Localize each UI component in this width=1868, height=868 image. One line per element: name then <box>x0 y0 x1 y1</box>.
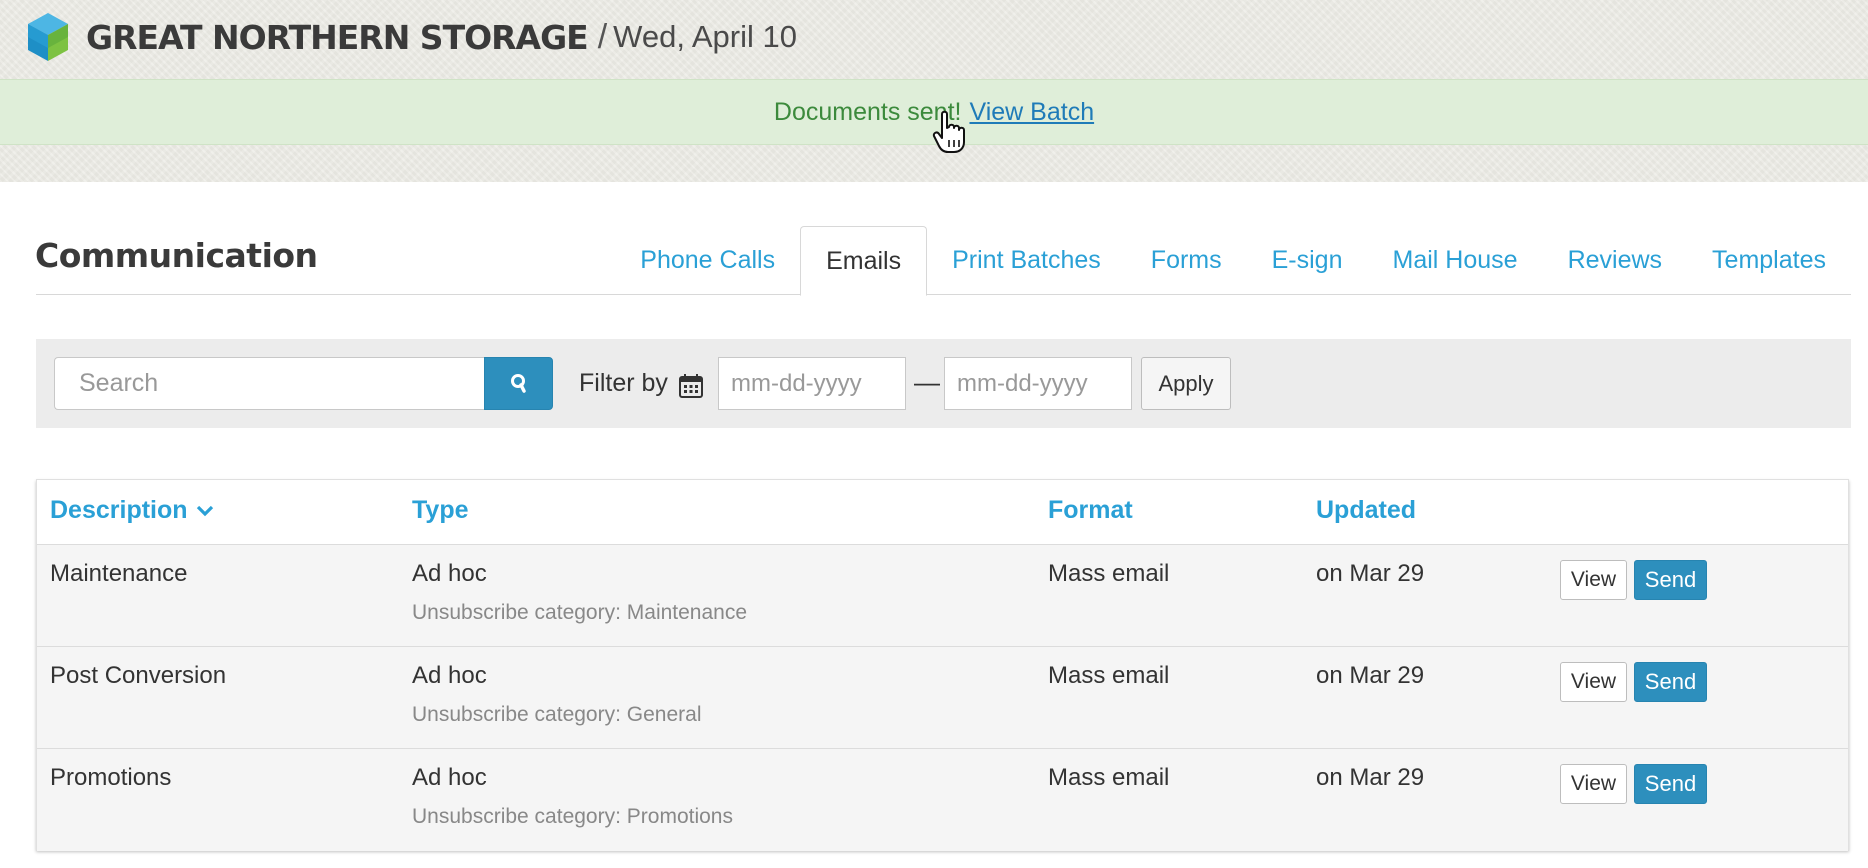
date-to-input[interactable] <box>944 357 1132 410</box>
filter-by-label: Filter by <box>579 369 668 397</box>
filter-bar: Filter by — Apply <box>36 339 1851 428</box>
row-format: Mass email <box>1048 764 1170 791</box>
header-date: Wed, April 10 <box>613 19 797 54</box>
column-header-description[interactable]: Description <box>50 496 214 525</box>
row-description: Maintenance <box>50 560 188 587</box>
row-updated: on Mar 29 <box>1316 764 1425 791</box>
chevron-down-icon <box>196 506 213 517</box>
emails-table: Description Type Format Updated Maintena… <box>36 479 1849 851</box>
tab-emails[interactable]: Emails <box>800 226 928 296</box>
search-icon <box>510 373 526 393</box>
row-unsubscribe-category: Unsubscribe category: Promotions <box>412 805 733 828</box>
send-button[interactable]: Send <box>1634 560 1707 600</box>
brand-name: GREAT NORTHERN STORAGE <box>86 17 589 57</box>
tab-print-batches[interactable]: Print Batches <box>927 226 1126 295</box>
date-range-separator: — <box>914 367 940 397</box>
table-header: Description Type Format Updated <box>37 480 1848 545</box>
table-row: Maintenance Ad hoc Unsubscribe category:… <box>37 545 1848 647</box>
column-header-type[interactable]: Type <box>412 496 469 525</box>
search-input[interactable] <box>54 357 484 410</box>
tab-forms[interactable]: Forms <box>1126 226 1247 295</box>
date-from-input[interactable] <box>718 357 906 410</box>
tab-mail-house[interactable]: Mail House <box>1368 226 1543 295</box>
row-format: Mass email <box>1048 560 1170 587</box>
view-batch-link[interactable]: View Batch <box>969 98 1094 127</box>
search-button[interactable] <box>484 357 553 410</box>
row-format: Mass email <box>1048 662 1170 689</box>
apply-button[interactable]: Apply <box>1141 357 1231 410</box>
row-updated: on Mar 29 <box>1316 560 1425 587</box>
view-button[interactable]: View <box>1560 662 1627 702</box>
row-description: Promotions <box>50 764 172 791</box>
row-type: Ad hoc <box>412 764 487 791</box>
row-updated: on Mar 29 <box>1316 662 1425 689</box>
calendar-icon <box>679 374 703 398</box>
view-button[interactable]: View <box>1560 560 1627 600</box>
row-description: Post Conversion <box>50 662 227 689</box>
row-unsubscribe-category: Unsubscribe category: General <box>412 703 702 726</box>
hand-pointer-cursor-icon <box>932 110 965 153</box>
brand-separator: / <box>597 17 608 56</box>
row-type: Ad hoc <box>412 662 487 689</box>
tab-phone-calls[interactable]: Phone Calls <box>615 226 800 295</box>
page-title: Communication <box>35 236 318 275</box>
tab-bar: Phone Calls Emails Print Batches Forms E… <box>615 226 1851 296</box>
send-button[interactable]: Send <box>1634 662 1707 702</box>
column-header-updated[interactable]: Updated <box>1316 496 1416 525</box>
cube-logo-icon <box>28 13 68 61</box>
tab-reviews[interactable]: Reviews <box>1543 226 1687 295</box>
view-button[interactable]: View <box>1560 764 1627 804</box>
tab-e-sign[interactable]: E-sign <box>1247 226 1368 295</box>
tab-templates[interactable]: Templates <box>1687 226 1851 295</box>
column-header-description-label: Description <box>50 496 188 524</box>
brand[interactable]: GREAT NORTHERN STORAGE / Wed, April 10 <box>26 6 797 68</box>
table-row: Promotions Ad hoc Unsubscribe category: … <box>37 749 1848 851</box>
send-button[interactable]: Send <box>1634 764 1707 804</box>
table-row: Post Conversion Ad hoc Unsubscribe categ… <box>37 647 1848 749</box>
column-header-format[interactable]: Format <box>1048 496 1133 525</box>
row-unsubscribe-category: Unsubscribe category: Maintenance <box>412 601 748 624</box>
row-type: Ad hoc <box>412 560 487 587</box>
